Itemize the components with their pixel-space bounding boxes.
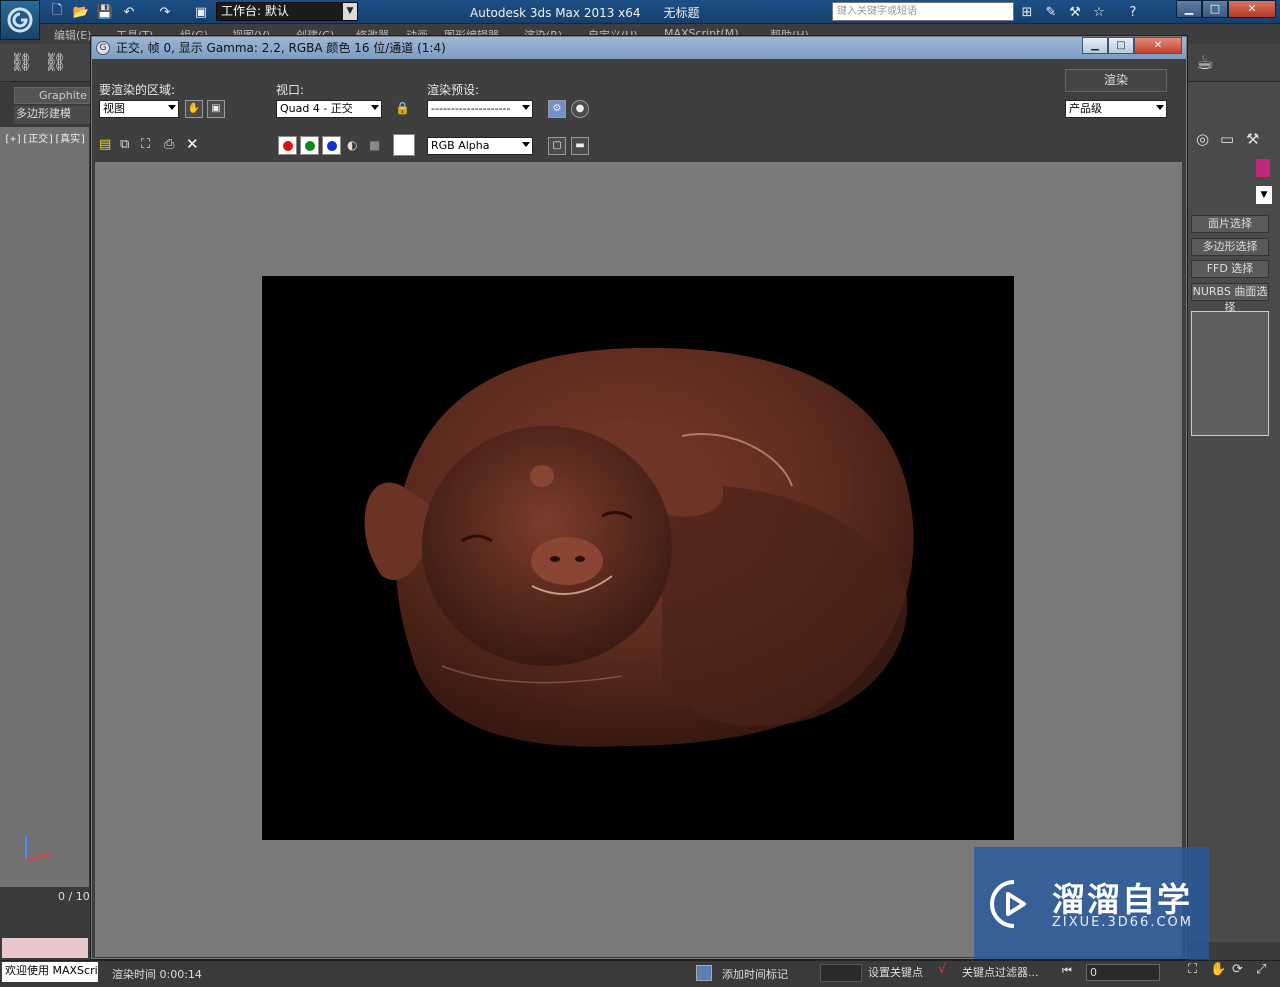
time-slider-counter[interactable]: 0 / 10 <box>58 890 90 903</box>
maximize-viewport-icon[interactable]: ⤢ <box>1256 962 1266 977</box>
pan-hand-icon[interactable]: ✋ <box>1210 962 1226 977</box>
prev-frame-icon[interactable]: ⏮ <box>1062 964 1072 978</box>
patch-select-button[interactable]: 面片选择 <box>1191 215 1269 233</box>
save-image-icon[interactable]: ▤ <box>99 137 111 152</box>
search-input[interactable]: 键入关键字或短语 <box>832 2 1014 21</box>
copy-image-icon[interactable]: ⧉ <box>120 137 129 152</box>
blue-channel-toggle[interactable] <box>322 136 341 155</box>
document-title: 无标题 <box>663 6 700 20</box>
minimize-button[interactable]: ▁ <box>1176 0 1202 18</box>
render-time-label: 渲染时间 0:00:14 <box>112 968 202 981</box>
render-window-controls <box>93 59 1183 162</box>
favorites-star-icon[interactable]: ☆ <box>1090 3 1108 21</box>
workspace-dropdown[interactable]: 工作台: 默认 ▼ <box>216 2 358 21</box>
welcome-maxscript-field[interactable]: 欢迎使用 MAXScri <box>2 962 98 982</box>
viewport-select-label: 视口: <box>276 83 305 97</box>
viewport[interactable] <box>0 127 90 887</box>
render-window-close-button[interactable]: ✕ <box>1134 37 1182 54</box>
teapot-render-icon[interactable]: ☕ <box>1196 50 1224 78</box>
viewport-label[interactable]: [+][正交][真实] <box>4 130 86 145</box>
render-preset-dropdown[interactable]: -------------------- <box>427 100 533 118</box>
monitor-icon[interactable]: ▭ <box>1220 130 1234 148</box>
area-to-render-label: 要渲染的区域: <box>99 83 176 97</box>
green-channel-toggle[interactable] <box>300 136 319 155</box>
set-key-button[interactable]: 设置关键点 <box>868 964 923 980</box>
poly-select-button[interactable]: 多边形选择 <box>1191 238 1269 256</box>
display-channel-dropdown[interactable]: RGB Alpha <box>427 137 533 155</box>
close-button[interactable]: ✕ <box>1228 0 1276 18</box>
production-level-dropdown[interactable]: 产品级 <box>1065 100 1167 118</box>
save-icon[interactable]: 💾 <box>96 3 114 21</box>
open-file-icon[interactable]: 📂 <box>72 3 90 21</box>
tab-polygon-modeling[interactable]: 多边形建模 <box>14 106 90 124</box>
tab-graphite[interactable]: Graphite <box>14 87 90 104</box>
command-panel <box>1186 82 1280 942</box>
rendered-pig-image <box>262 276 1014 840</box>
watermark-play-logo-icon <box>988 876 1040 932</box>
display-icon[interactable]: ◎ <box>1196 130 1209 148</box>
render-window-minimize-button[interactable]: ▁ <box>1082 37 1108 54</box>
maximize-button[interactable]: □ <box>1202 0 1228 18</box>
select-link-icon[interactable]: ⛓ <box>10 52 34 76</box>
auto-region-icon[interactable]: ▣ <box>207 100 225 118</box>
app-title: Autodesk 3ds Max 2013 x64 无标题 <box>470 6 700 20</box>
nurbs-surface-select-button[interactable]: NURBS 曲面选择 <box>1191 283 1269 314</box>
toggle-ui-overlay-icon[interactable]: ▢ <box>548 137 566 155</box>
red-channel-toggle[interactable] <box>278 136 297 155</box>
monochrome-icon[interactable]: ■ <box>369 138 380 152</box>
subscription-icon[interactable]: ⚒ <box>1066 3 1084 21</box>
project-folder-icon[interactable]: ▣ <box>192 3 210 21</box>
key-mode-box[interactable] <box>820 964 862 982</box>
undo-icon[interactable]: ↶ <box>120 3 138 21</box>
edit-region-icon[interactable]: ✋ <box>185 100 203 118</box>
clear-image-icon[interactable]: ✕ <box>186 135 199 153</box>
app-logo-icon[interactable] <box>0 0 40 40</box>
maxscript-listener[interactable] <box>2 938 88 958</box>
print-image-icon[interactable]: ⎙ <box>164 137 174 152</box>
render-window-title: 正交, 帧 0, 显示 Gamma: 2.2, RGBA 颜色 16 位/通道 … <box>92 37 1186 59</box>
watermark-subtitle: ZIXUE.3D66.COM <box>1052 915 1193 930</box>
menu-edit[interactable]: 编辑(E) <box>54 27 92 43</box>
add-time-tag-label[interactable]: 添加时间标记 <box>722 966 788 982</box>
time-tag-icon[interactable] <box>696 965 712 981</box>
alpha-channel-icon[interactable]: ◐ <box>347 138 357 152</box>
render-window-maximize-button[interactable]: □ <box>1108 37 1134 54</box>
render-setup-icon[interactable]: ⚙ <box>548 100 566 118</box>
lock-viewport-icon[interactable]: 🔒 <box>395 101 410 115</box>
color-swatch[interactable] <box>393 134 415 156</box>
tools-icon[interactable]: ✎ <box>1042 3 1060 21</box>
current-frame-field[interactable]: 0 <box>1086 964 1160 981</box>
help-icon[interactable]: ? <box>1124 3 1142 21</box>
environment-effects-icon[interactable]: ● <box>571 100 589 118</box>
utilities-hammer-icon[interactable]: ⚒ <box>1246 130 1259 148</box>
ffd-select-button[interactable]: FFD 选择 <box>1191 260 1269 278</box>
watermark-title: 溜溜自学 <box>1052 880 1192 919</box>
key-filters-button[interactable]: 关键点过滤器... <box>962 964 1039 980</box>
modifier-stack[interactable] <box>1191 311 1269 436</box>
toggle-ui-icon[interactable]: ▬ <box>571 137 589 155</box>
key-filter-icon: √ <box>938 962 947 977</box>
clone-window-icon[interactable]: ⛶ <box>141 137 150 152</box>
viewport-select-dropdown[interactable]: Quad 4 - 正交 <box>276 100 382 118</box>
render-button[interactable]: 渲染 <box>1065 69 1167 92</box>
area-to-render-dropdown[interactable]: 视图 <box>99 100 179 118</box>
object-color-swatch[interactable] <box>1256 159 1270 177</box>
new-file-icon[interactable]: 🗋 <box>48 3 66 21</box>
render-window-app-icon: G <box>96 41 110 55</box>
render-preset-label: 渲染预设: <box>427 83 480 97</box>
modifier-list-dropdown[interactable]: ▼ <box>1256 186 1272 204</box>
binoculars-icon[interactable]: ⊞ <box>1018 3 1036 21</box>
unlink-icon[interactable]: ⛓ <box>44 52 68 76</box>
axis-gizmo-icon <box>18 830 58 864</box>
redo-icon[interactable]: ↷ <box>156 3 174 21</box>
orbit-icon[interactable]: ⟳ <box>1232 962 1243 977</box>
zoom-extents-icon[interactable]: ⛶ <box>1188 962 1197 977</box>
